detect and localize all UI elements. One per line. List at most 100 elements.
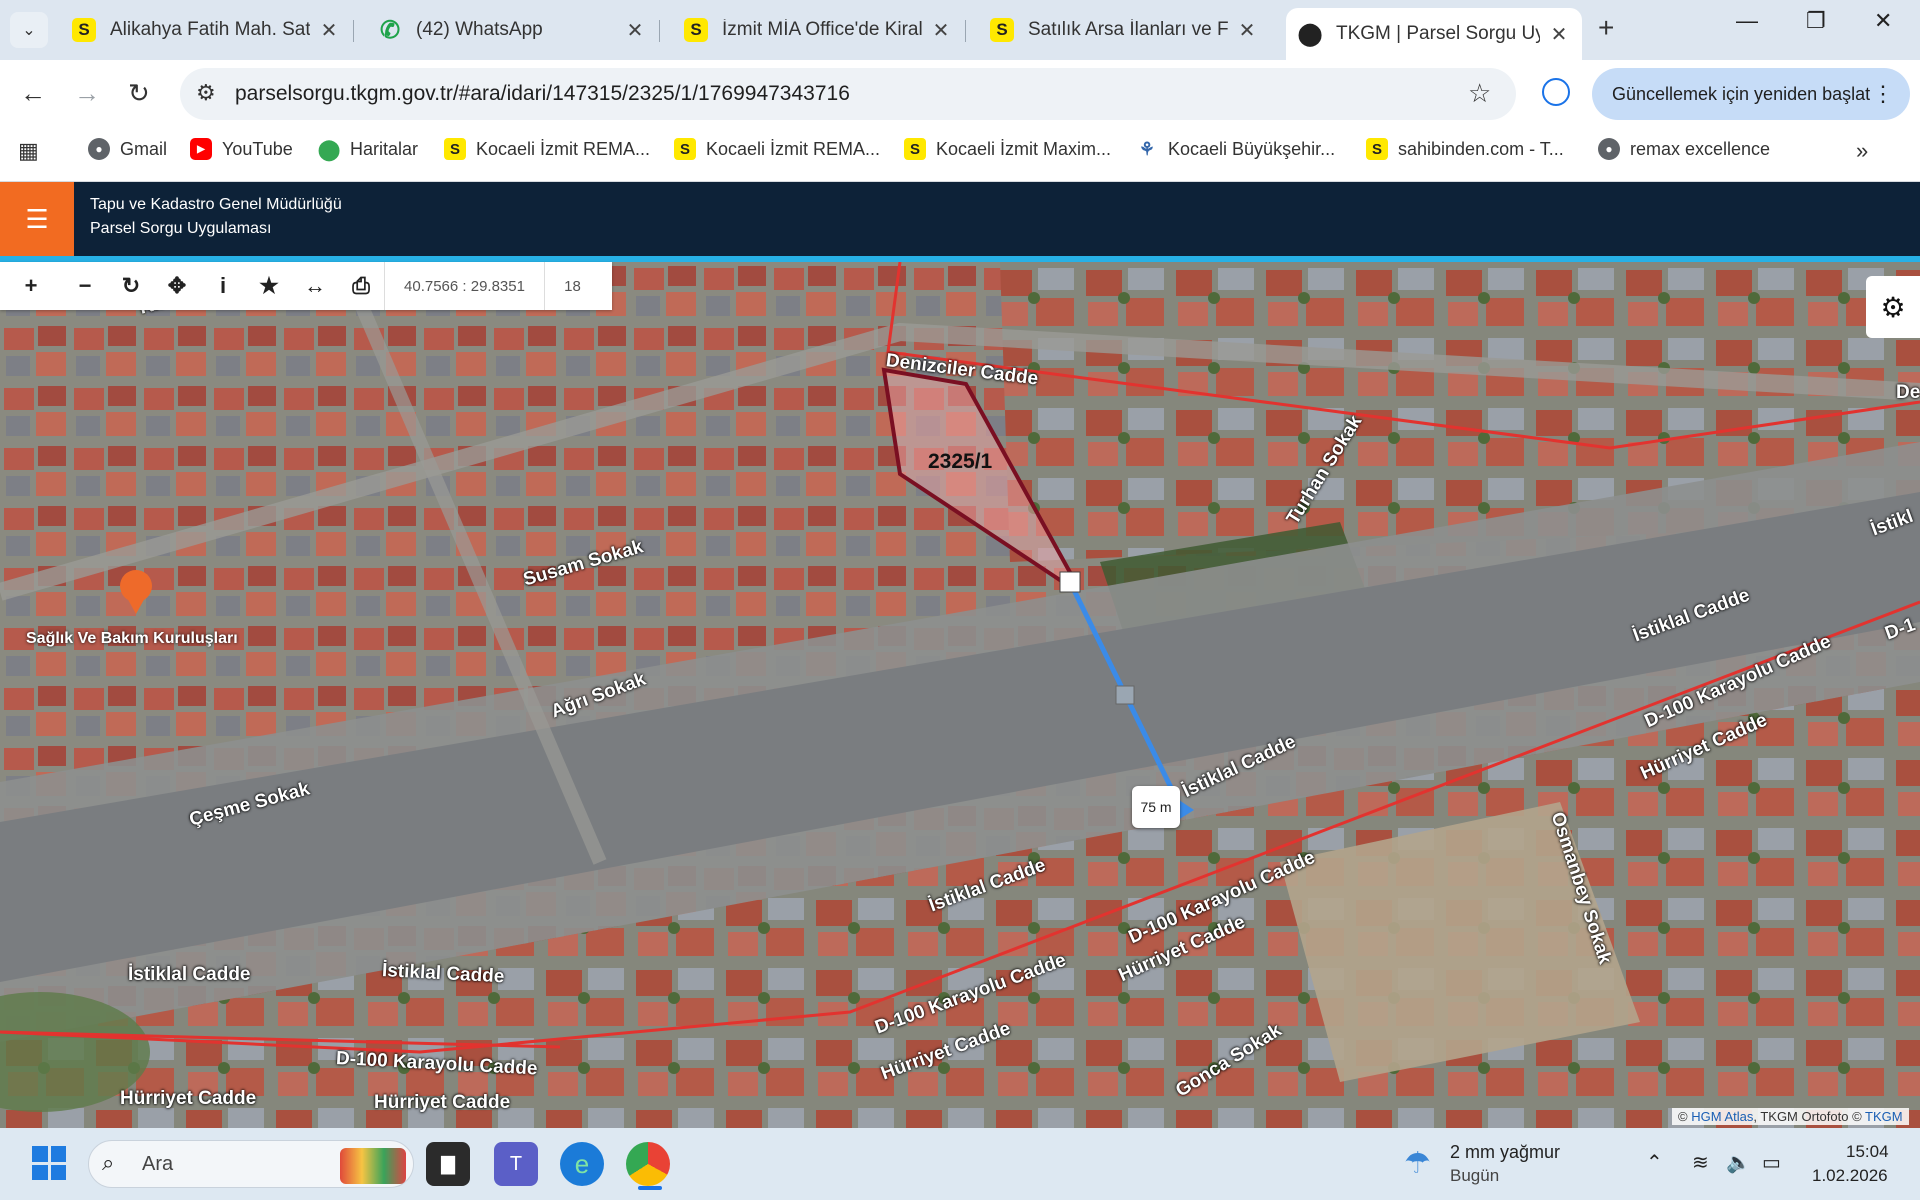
info-icon[interactable]: i [200,262,246,310]
close-icon[interactable]: ✕ [318,18,340,43]
file-explorer-icon[interactable]: ▇ [426,1142,470,1186]
bookmark-star-icon[interactable]: ☆ [1468,78,1491,109]
bookmark-label: sahibinden.com - T... [1398,138,1564,159]
map-attribution: © HGM Atlas, TKGM Ortofoto © TKGM [1672,1108,1909,1125]
hgm-atlas-link[interactable]: HGM Atlas [1691,1109,1753,1124]
forward-arrow-icon[interactable]: → [74,78,100,109]
search-highlight-image[interactable] [340,1148,406,1184]
settings-gear-icon[interactable]: ⚙ [1866,276,1920,338]
back-arrow-icon[interactable]: ← [20,78,46,109]
restart-update-button[interactable]: Güncellemek için yeniden başlat ⋮ [1592,68,1910,120]
edge-icon[interactable]: e [560,1142,604,1186]
attribution-prefix: © [1678,1109,1688,1124]
bookmark-kocaeli-maxim[interactable]: S Kocaeli İzmit Maxim... [904,138,1111,160]
tab-title: Alikahya Fatih Mah. Satılık [110,19,310,40]
tab-whatsapp[interactable]: ✆ (42) WhatsApp ✕ [366,8,660,52]
tab-tkgm[interactable]: ⬤ TKGM | Parsel Sorgu Uyg ✕ [1286,8,1582,60]
profile-icon[interactable] [1542,78,1570,106]
teams-icon[interactable]: T [494,1142,538,1186]
tkgm-link[interactable]: TKGM [1865,1109,1903,1124]
weather-summary[interactable]: 2 mm yağmur [1450,1142,1560,1163]
globe-icon: ● [88,138,110,160]
app-header [0,182,1920,256]
clock-time[interactable]: 15:04 [1846,1142,1889,1162]
bookmark-remax[interactable]: ● remax excellence [1598,138,1770,160]
close-icon[interactable]: ✕ [1236,18,1258,43]
hamburger-menu-icon[interactable]: ☰ [0,182,74,256]
zoom-in-icon[interactable]: + [0,262,62,310]
refresh-icon[interactable]: ↻ [108,262,154,310]
tab-satilik-arsa[interactable]: S Satılık Arsa İlanları ve Fiyat ✕ [978,8,1270,52]
bookmark-kocaeli-rema-1[interactable]: S Kocaeli İzmit REMA... [444,138,650,160]
chrome-icon[interactable] [626,1142,670,1186]
bookmark-kocaeli-buyuksehir[interactable]: ⚘ Kocaeli Büyükşehir... [1136,138,1335,160]
sahibinden-s-icon: S [904,138,926,160]
battery-icon[interactable]: ▭ [1762,1150,1781,1175]
youtube-icon: ▶ [190,138,212,160]
minimize-icon[interactable]: — [1736,8,1758,34]
bookmark-label: Kocaeli İzmit REMA... [476,138,651,159]
measure-arrows-icon[interactable]: ↔ [292,262,338,310]
bookmark-label: Kocaeli İzmit Maxim... [936,138,1112,159]
map-toolbar: + − ↻ ✥ i ★ ↔ ⎙ 40.7566 : 29.8351 18 [0,262,612,310]
street-label: Hürriyet Cadde [120,1088,257,1109]
restore-icon[interactable]: ❐ [1806,8,1826,34]
close-icon[interactable]: ✕ [930,18,952,43]
update-label: Güncellemek için yeniden başlat [1612,83,1871,104]
bookmark-haritalar[interactable]: ⬤ Haritalar [317,138,419,161]
tab-title: İzmit MİA Office'de Kiralık [722,19,922,40]
map-pin-icon: ⬤ [1297,21,1323,46]
sahibinden-s-icon: S [1366,138,1388,160]
sahibinden-s-icon: S [684,18,708,42]
tab-izmit-mia[interactable]: S İzmit MİA Office'de Kiralık ✕ [672,8,966,52]
attribution-mid: , TKGM Ortofoto © [1753,1109,1862,1124]
new-tab-plus-icon[interactable]: + [1598,12,1614,44]
weather-day[interactable]: Bugün [1450,1166,1499,1186]
maps-icon: ⬤ [317,138,341,161]
sahibinden-s-icon: S [990,18,1014,42]
sahibinden-s-icon: S [72,18,96,42]
kebab-menu-icon[interactable]: ⋮ [1872,81,1894,107]
favorite-star-icon[interactable]: ★ [246,262,292,310]
more-bookmarks-chevron-icon[interactable]: » [1856,138,1868,164]
bookmark-youtube[interactable]: ▶ YouTube [190,138,293,160]
reload-icon[interactable]: ↻ [128,78,150,109]
bookmark-label: remax excellence [1630,138,1771,159]
bookmark-label: Kocaeli Büyükşehir... [1168,138,1336,159]
apps-grid-icon[interactable]: ▦ [18,138,39,164]
kocaeli-icon: ⚘ [1138,138,1156,159]
tray-chevron-up-icon[interactable]: ⌃ [1646,1150,1663,1175]
site-info-icon[interactable]: ⚙ [196,80,216,106]
tab-search-chevron-icon[interactable]: ⌄ [10,12,48,48]
bookmark-label: Haritalar [350,138,419,159]
bookmark-sahibinden[interactable]: S sahibinden.com - T... [1366,138,1564,160]
satellite-map[interactable]: Kırım Sokak Denizciler Cadde Susam Sokak… [0,262,1920,1128]
bookmark-gmail[interactable]: ● Gmail [88,138,167,160]
bookmark-kocaeli-rema-2[interactable]: S Kocaeli İzmit REMA... [674,138,880,160]
tab-title: Satılık Arsa İlanları ve Fiyat [1028,19,1228,40]
windows-start-icon[interactable] [32,1146,66,1180]
tab-title: (42) WhatsApp [416,19,543,40]
close-icon[interactable]: ✕ [1548,22,1570,47]
clock-date[interactable]: 1.02.2026 [1812,1166,1888,1186]
parcel-label[interactable]: 2325/1 [928,450,992,474]
active-app-indicator [638,1186,662,1190]
globe-icon: ● [1598,138,1620,160]
locate-crosshair-icon[interactable]: ✥ [154,262,200,310]
tab-alikahya[interactable]: S Alikahya Fatih Mah. Satılık ✕ [60,8,354,52]
url-text[interactable]: parselsorgu.tkgm.gov.tr/#ara/idari/14731… [235,82,850,106]
print-icon[interactable]: ⎙ [338,262,384,310]
coordinate-readout: 40.7566 : 29.8351 [384,262,544,310]
sahibinden-s-icon: S [674,138,696,160]
close-icon[interactable]: ✕ [624,18,646,43]
volume-icon[interactable]: 🔈 [1726,1150,1751,1175]
window-close-icon[interactable]: ✕ [1874,8,1892,34]
zoom-level: 18 [544,262,600,310]
zoom-out-icon[interactable]: − [62,262,108,310]
street-label: De [1896,382,1920,403]
wifi-icon[interactable]: ≋ [1692,1150,1709,1175]
bookmark-label: Kocaeli İzmit REMA... [706,138,881,159]
rain-umbrella-icon[interactable]: ☂ [1404,1146,1431,1181]
taskbar-search-placeholder[interactable]: Ara [142,1153,173,1176]
bookmark-label: Gmail [120,138,168,159]
